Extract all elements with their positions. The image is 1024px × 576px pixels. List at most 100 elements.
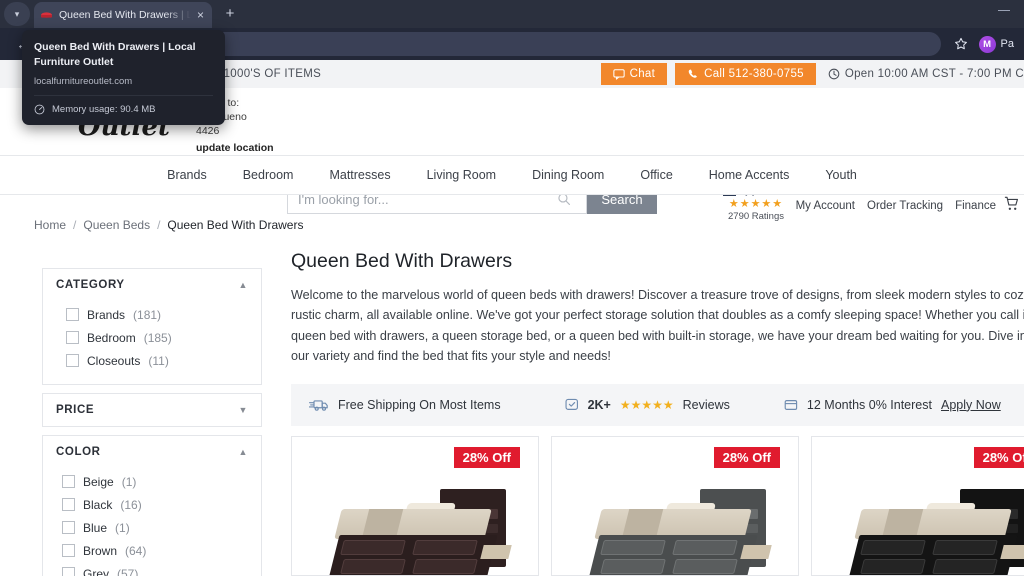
chevron-up-icon[interactable]: ▲ <box>238 447 248 457</box>
screen: ▾ Queen Bed With Drawers | Local F × + ←… <box>0 0 1024 576</box>
avatar: M <box>978 35 996 53</box>
profile-chip[interactable]: M Pa <box>978 35 1014 53</box>
facet-option-count: (16) <box>120 497 142 512</box>
tab-title: Queen Bed With Drawers | Local F <box>59 9 191 21</box>
facet-category: CATEGORY ▲ Brands (181) Bedroom (185) Cl… <box>42 268 262 385</box>
facet-option-blue[interactable]: Blue (1) <box>56 516 248 539</box>
facet-option-black[interactable]: Black (16) <box>56 493 248 516</box>
facet-option-label: Closeouts <box>87 353 141 368</box>
facet-color: COLOR ▲ Beige (1) Black (16) Blue (1) Br… <box>42 435 262 576</box>
facet-option-label: Brands <box>87 307 126 322</box>
shopping-cart-icon[interactable] <box>1004 196 1020 212</box>
chat-label: Chat <box>629 68 656 80</box>
breadcrumb-queen-beds[interactable]: Queen Beds <box>83 218 150 232</box>
facet-category-header[interactable]: CATEGORY ▲ <box>43 269 261 301</box>
breadcrumb-home[interactable]: Home <box>34 218 66 232</box>
delivery-truck-icon <box>309 398 329 412</box>
checkbox[interactable] <box>66 331 79 344</box>
bookmark-star-icon[interactable] <box>949 32 973 56</box>
product-card[interactable]: 28% Off <box>291 436 539 576</box>
facet-option-brands[interactable]: Brands (181) <box>56 303 248 326</box>
approved-ratings-count: 2790 Ratings <box>728 211 784 222</box>
facet-option-count: (1) <box>115 520 130 535</box>
facet-color-header[interactable]: COLOR ▲ <box>43 436 261 468</box>
product-grid: 28% Off 28% Off 28% Off <box>291 436 1024 576</box>
facet-option-count: (11) <box>148 353 169 368</box>
facet-option-closeouts[interactable]: Closeouts (11) <box>56 349 248 372</box>
main-navigation: Brands Bedroom Mattresses Living Room Di… <box>0 155 1024 195</box>
facet-option-count: (57) <box>117 566 139 576</box>
breadcrumb-current: Queen Bed With Drawers <box>167 218 304 232</box>
facet-option-label: Bedroom <box>87 330 136 345</box>
product-card[interactable]: 28% Off <box>811 436 1024 576</box>
facet-price: PRICE ▼ <box>42 393 262 427</box>
checkbox[interactable] <box>66 354 79 367</box>
breadcrumb-separator: / <box>157 218 161 232</box>
reviews-stars: ★★★★★ <box>619 397 674 412</box>
reviews-label: Reviews <box>682 397 730 412</box>
tab-close-icon[interactable]: × <box>197 9 206 21</box>
facet-option-brown[interactable]: Brown (64) <box>56 539 248 562</box>
nav-item-mattresses[interactable]: Mattresses <box>329 168 390 182</box>
call-button[interactable]: Call 512-380-0755 <box>675 63 816 85</box>
facet-option-label: Black <box>83 497 113 512</box>
financing-label: 12 Months 0% Interest <box>806 397 932 412</box>
nav-item-home-accents[interactable]: Home Accents <box>709 168 790 182</box>
facet-option-label: Brown <box>83 543 118 558</box>
nav-item-bedroom[interactable]: Bedroom <box>243 168 294 182</box>
facet-color-body: Beige (1) Black (16) Blue (1) Brown (64) <box>43 468 261 576</box>
product-image-bed <box>328 475 512 575</box>
tooltip-url: localfurnitureoutlet.com <box>34 76 133 88</box>
new-tab-button[interactable]: + <box>220 4 240 24</box>
my-account-link[interactable]: My Account <box>796 200 855 212</box>
nav-item-office[interactable]: Office <box>640 168 672 182</box>
nav-item-youth[interactable]: Youth <box>825 168 857 182</box>
facet-option-beige[interactable]: Beige (1) <box>56 470 248 493</box>
profile-label: Pa <box>1000 38 1014 50</box>
checkbox[interactable] <box>62 544 75 557</box>
nav-item-dining-room[interactable]: Dining Room <box>532 168 604 182</box>
facet-option-count: (64) <box>125 543 147 558</box>
finance-link[interactable]: Finance <box>955 200 996 212</box>
checkbox[interactable] <box>62 475 75 488</box>
checkbox[interactable] <box>62 567 75 576</box>
tooltip-memory-row: Memory usage: 90.4 MB <box>34 95 213 125</box>
tab-strip: ▾ Queen Bed With Drawers | Local F × + <box>0 0 1024 28</box>
verified-badge-icon <box>565 398 579 412</box>
store-hours-text: Open 10:00 AM CST - 7:00 PM C <box>844 68 1024 80</box>
clock-icon <box>828 68 840 80</box>
facet-price-header[interactable]: PRICE ▼ <box>43 394 261 426</box>
facet-option-label: Grey <box>83 566 110 576</box>
chat-bubble-icon <box>612 68 625 80</box>
chevron-down-icon[interactable]: ▼ <box>238 405 248 415</box>
checkbox[interactable] <box>62 521 75 534</box>
facet-option-bedroom[interactable]: Bedroom (185) <box>56 326 248 349</box>
checkbox[interactable] <box>66 308 79 321</box>
browser-tab[interactable]: Queen Bed With Drawers | Local F × <box>34 2 212 28</box>
header-links: My Account Order Tracking Finance <box>796 200 996 212</box>
chat-button[interactable]: Chat <box>600 63 668 85</box>
tab-search-chevron-icon[interactable]: ▾ <box>4 2 30 26</box>
window-minimize-button[interactable] <box>998 10 1010 11</box>
site-favicon <box>40 9 53 22</box>
order-tracking-link[interactable]: Order Tracking <box>867 200 943 212</box>
facet-option-count: (1) <box>121 474 137 489</box>
chevron-up-icon[interactable]: ▲ <box>238 280 248 290</box>
benefits-bar: Free Shipping On Most Items 2K+ ★★★★★ Re… <box>291 383 1024 426</box>
nav-item-living-room[interactable]: Living Room <box>427 168 496 182</box>
benefit-shipping-label: Free Shipping On Most Items <box>338 397 501 412</box>
phone-icon <box>687 68 699 80</box>
tooltip-title: Queen Bed With Drawers | Local Furniture… <box>34 41 196 69</box>
breadcrumb-separator: / <box>73 218 77 232</box>
nav-item-brands[interactable]: Brands <box>167 168 207 182</box>
product-card[interactable]: 28% Off <box>551 436 799 576</box>
update-location-link[interactable]: update location <box>196 141 280 155</box>
benefit-financing: 12 Months 0% Interest Apply Now <box>784 398 1001 412</box>
store-hours: Open 10:00 AM CST - 7:00 PM C <box>816 68 1024 80</box>
apply-now-link[interactable]: Apply Now <box>941 398 1001 412</box>
facet-option-grey[interactable]: Grey (57) <box>56 562 248 576</box>
tooltip-memory-text: Memory usage: 90.4 MB <box>52 104 156 116</box>
approved-stars: ★★★★★ <box>728 198 784 210</box>
main-content: Queen Bed With Drawers Welcome to the ma… <box>291 250 1024 426</box>
checkbox[interactable] <box>62 498 75 511</box>
